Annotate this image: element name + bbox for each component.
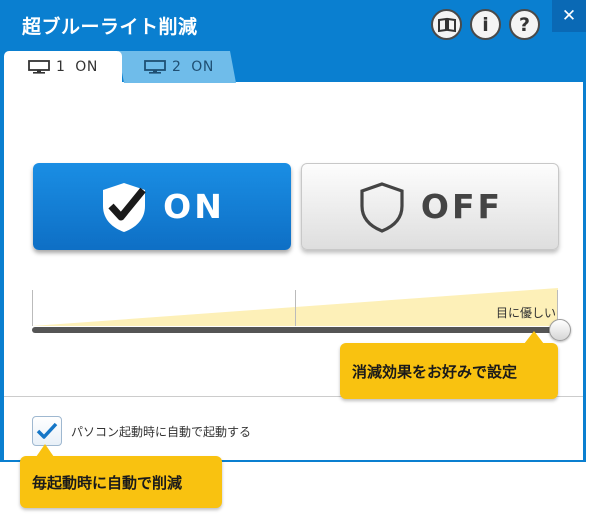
- book-icon: [437, 17, 456, 32]
- callout-text: 毎起動時に自動で削減: [32, 473, 183, 492]
- info-button[interactable]: i: [470, 9, 501, 40]
- close-button[interactable]: ✕: [552, 0, 586, 32]
- slider-tick: [295, 290, 296, 326]
- on-label: ON: [163, 187, 225, 226]
- strength-label: 目に優しい: [495, 306, 556, 320]
- help-icon: ?: [518, 13, 531, 36]
- tab-display-1[interactable]: 1 ON: [4, 51, 122, 83]
- slider-handle[interactable]: [549, 319, 571, 341]
- tab-label: 2 ON: [172, 59, 214, 75]
- off-button[interactable]: OFF: [301, 163, 559, 250]
- on-button[interactable]: ON: [33, 163, 291, 250]
- slider-track[interactable]: [32, 327, 562, 333]
- close-icon: ✕: [561, 6, 577, 26]
- strength-slider[interactable]: 目に優しい: [32, 288, 571, 348]
- settings-panel: ON OFF 目に優しい パソコン起動時に自動で起動する: [4, 82, 583, 460]
- title-bar: 超ブルーライト削減 i ? ✕: [0, 0, 586, 50]
- shield-outline-icon: [360, 181, 404, 233]
- monitor-icon: [28, 60, 50, 74]
- slider-callout: 消減効果をお好みで設定: [340, 331, 558, 399]
- startup-label: パソコン起動時に自動で起動する: [71, 424, 252, 439]
- slider-tick: [32, 290, 33, 326]
- help-button[interactable]: ?: [509, 9, 540, 40]
- manual-button[interactable]: [431, 9, 462, 40]
- off-label: OFF: [420, 187, 504, 226]
- monitor-icon: [144, 60, 166, 74]
- checkmark-icon: [36, 422, 58, 439]
- tab-label: 1 ON: [56, 59, 98, 75]
- callout-text: 消減効果をお好みで設定: [352, 362, 518, 381]
- tab-display-2[interactable]: 2 ON: [118, 51, 236, 83]
- info-icon: i: [482, 13, 489, 36]
- window-title: 超ブルーライト削減: [22, 16, 198, 38]
- shield-check-icon: [103, 182, 146, 232]
- startup-option: パソコン起動時に自動で起動する: [32, 416, 251, 446]
- startup-checkbox[interactable]: [32, 416, 62, 446]
- startup-callout: 毎起動時に自動で削減: [20, 444, 222, 508]
